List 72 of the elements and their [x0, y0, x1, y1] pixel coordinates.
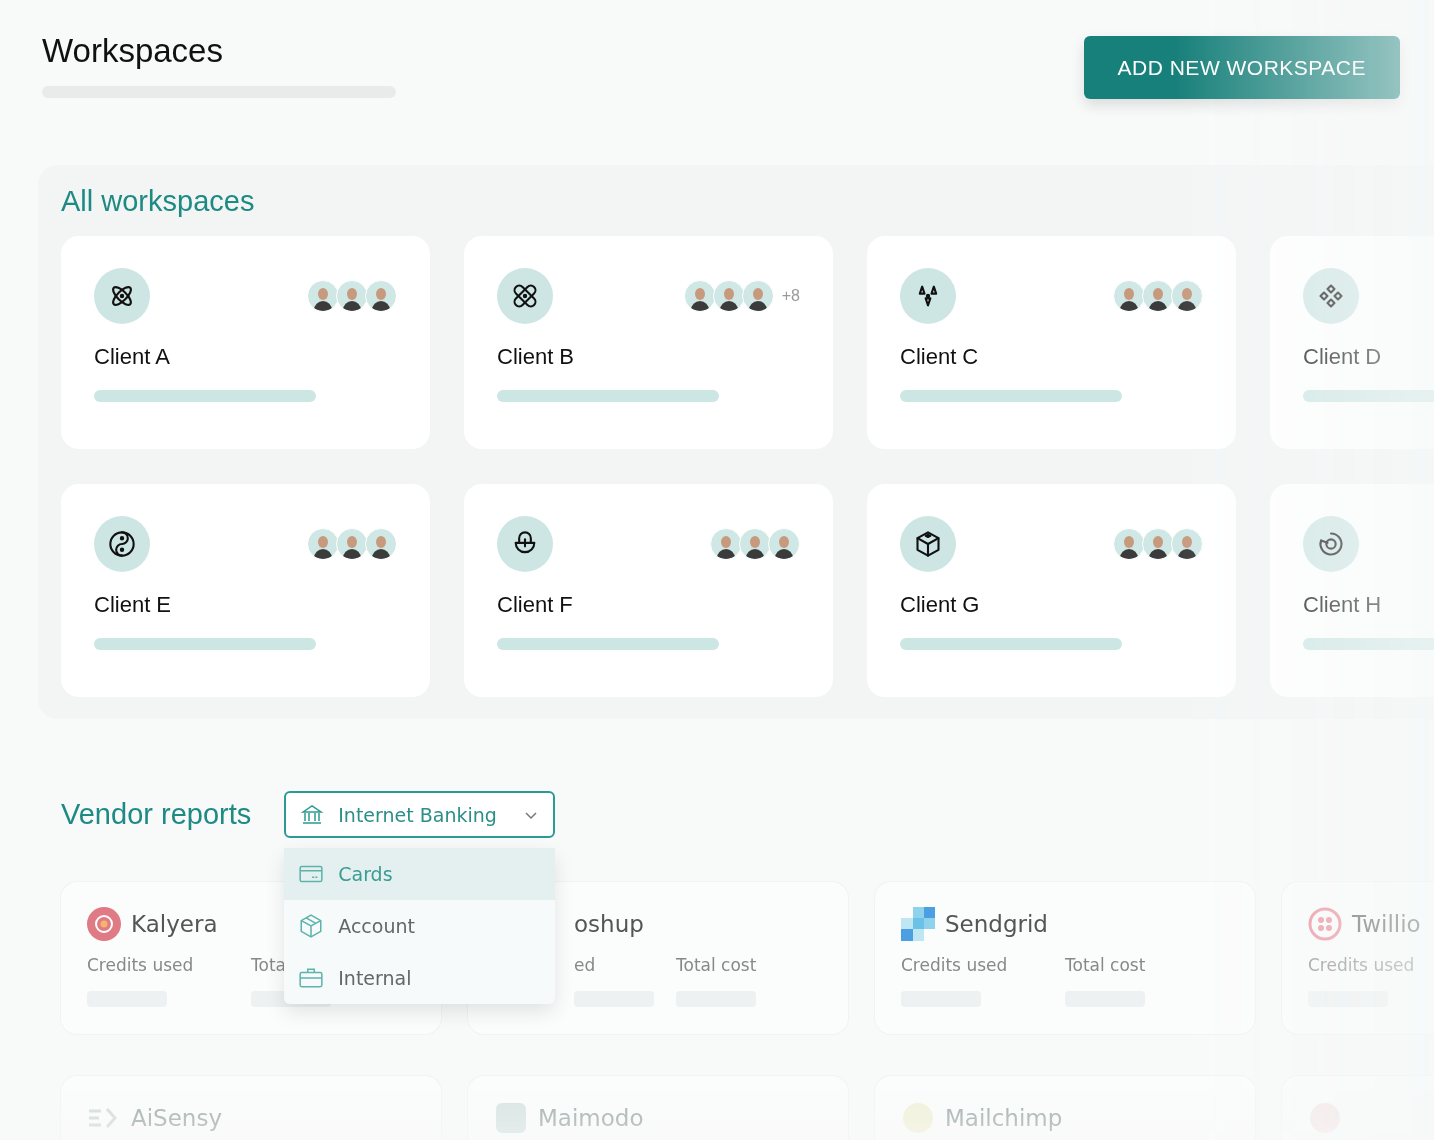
- metric-label: ed: [574, 955, 596, 975]
- workspace-name: Client G: [900, 592, 981, 618]
- avatar-photo: [712, 280, 745, 312]
- metric-label: Total cost: [1065, 955, 1146, 975]
- avatar-photo: [1113, 280, 1145, 312]
- workspace-card[interactable]: Client A: [61, 236, 430, 449]
- avatar-photo: [336, 280, 368, 312]
- workspace-card[interactable]: Client H: [1270, 484, 1434, 697]
- avatar-photo: [307, 280, 339, 312]
- round-logo-icon: [901, 1101, 935, 1135]
- metric-label: Credits used: [1308, 955, 1415, 975]
- workspace-icon: [1303, 516, 1359, 572]
- workspace-icon: [900, 516, 956, 572]
- metric-label: Tota: [251, 955, 286, 975]
- workspace-name: Client H: [1303, 592, 1383, 618]
- avatar-photo: [307, 528, 339, 560]
- dropdown-option[interactable]: Account: [284, 900, 556, 952]
- member-count: +8: [781, 287, 800, 305]
- workspace-name: Client C: [900, 344, 980, 370]
- avatar-photo: [1113, 528, 1145, 560]
- workspace-name: Client A: [94, 344, 171, 370]
- avatar-photo: [336, 528, 368, 560]
- workspace-card[interactable]: Client G: [867, 484, 1236, 697]
- workspace-card[interactable]: Client E: [61, 484, 430, 697]
- vendor-name: Mailchimp: [945, 1105, 1063, 1131]
- vendor-name: AiSensy: [131, 1105, 223, 1131]
- workspace-card[interactable]: +8 Client B: [464, 236, 833, 449]
- vendor-name: Maimodo: [538, 1105, 644, 1131]
- metric-label: Credits used: [87, 955, 194, 975]
- workspace-card[interactable]: Client F: [464, 484, 833, 697]
- avatar-photo: [768, 528, 800, 560]
- avatar-photo: [1142, 528, 1174, 560]
- workspace-icon: [497, 516, 553, 572]
- vendor-name: Twillio: [1352, 911, 1421, 937]
- bank-icon: [300, 802, 325, 827]
- metric-label: Total cost: [676, 955, 757, 975]
- workspace-card[interactable]: Client D: [1270, 236, 1434, 449]
- dots-logo-icon: [1308, 907, 1342, 941]
- dropdown-option[interactable]: Cards: [284, 848, 556, 900]
- avatar-photo: [1171, 528, 1203, 560]
- vendor-name: Sendgrid: [945, 911, 1048, 937]
- avatar-photo: [741, 280, 774, 312]
- avatar-photo: [739, 528, 771, 560]
- vendor-name: oshup: [574, 911, 644, 937]
- avatar-photo: [1171, 280, 1203, 312]
- workspace-name: Client F: [497, 592, 574, 618]
- metric-label: Credits used: [901, 955, 1008, 975]
- avatar-photo: [1142, 280, 1174, 312]
- vendor-name: Kalyera: [131, 911, 218, 937]
- category-dropdown[interactable]: Internet Banking: [284, 791, 556, 838]
- page-title: Workspaces: [42, 32, 224, 70]
- add-workspace-button[interactable]: ADD NEW WORKSPACE: [1083, 36, 1400, 99]
- avatar-photo: [710, 528, 742, 560]
- section-title: Vendor reports: [61, 798, 252, 831]
- workspace-icon: [900, 268, 956, 324]
- workspace-icon: [1303, 268, 1359, 324]
- workspace-icon: [94, 516, 150, 572]
- workspace-card[interactable]: Client C: [867, 236, 1236, 449]
- grid-logo-icon: [901, 907, 935, 941]
- workspace-icon: [94, 268, 150, 324]
- flower-logo-icon: [87, 907, 121, 941]
- dropdown-option[interactable]: Internal: [284, 952, 556, 1004]
- workspace-name: Client E: [94, 592, 173, 618]
- workspace-name: Client D: [1303, 344, 1383, 370]
- avatar-photo: [683, 280, 716, 312]
- box-icon: [298, 913, 325, 939]
- workspace-icon: [497, 268, 553, 324]
- avatar-photo: [365, 528, 397, 560]
- workspace-name: Client B: [497, 344, 576, 370]
- square-logo-icon: [494, 1101, 528, 1135]
- section-title: All workspaces: [61, 185, 256, 218]
- avatar-photo: [365, 280, 397, 312]
